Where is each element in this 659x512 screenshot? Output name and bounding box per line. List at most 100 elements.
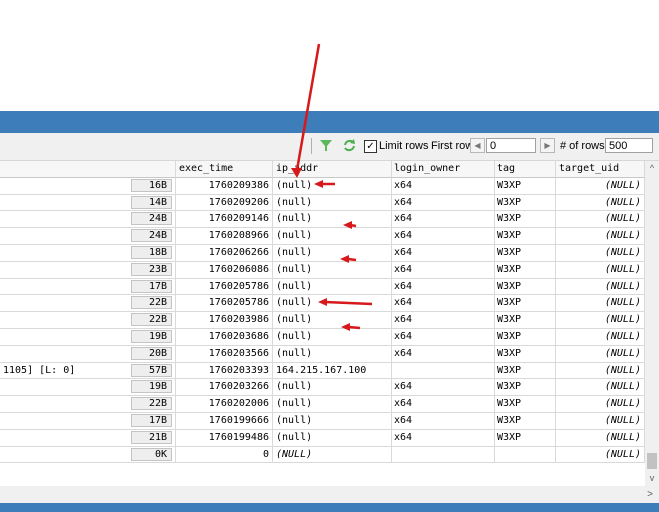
tag-cell[interactable]: W3XP <box>495 295 556 313</box>
ip-addr-cell[interactable]: (null) <box>273 429 392 447</box>
login-owner-cell[interactable]: x64 <box>392 194 495 212</box>
target-uid-cell[interactable]: (NULL) <box>556 396 645 413</box>
target-uid-cell[interactable]: (NULL) <box>556 328 645 346</box>
tag-cell[interactable]: W3XP <box>495 379 556 397</box>
login-owner-cell[interactable]: x64 <box>392 295 495 313</box>
exec-time-cell[interactable]: 1760205786 <box>176 278 273 296</box>
row-prefix-cell[interactable]: 21B <box>0 429 176 447</box>
login-owner-cell[interactable]: x64 <box>392 228 495 245</box>
tag-cell[interactable]: W3XP <box>495 244 556 262</box>
exec-time-cell[interactable]: 1760203566 <box>176 345 273 363</box>
target-uid-cell[interactable]: (NULL) <box>556 211 645 229</box>
tag-cell[interactable]: W3XP <box>495 211 556 229</box>
tag-cell[interactable]: W3XP <box>495 328 556 346</box>
row-prefix-cell[interactable]: 24B <box>0 228 176 245</box>
ip-addr-cell[interactable]: (null) <box>273 177 392 195</box>
target-uid-cell[interactable]: (NULL) <box>556 312 645 329</box>
target-uid-cell[interactable]: (NULL) <box>556 278 645 296</box>
ip-addr-cell[interactable]: (null) <box>273 278 392 296</box>
limit-rows-checkbox[interactable]: ✓ <box>364 140 377 153</box>
login-owner-cell[interactable]: x64 <box>392 328 495 346</box>
exec-time-cell[interactable]: 1760209386 <box>176 177 273 195</box>
row-prefix-cell[interactable]: 24B <box>0 211 176 229</box>
table-row[interactable]: 22B 1760203986 (null) x64 W3XP (NULL) <box>0 312 645 329</box>
table-row[interactable]: 23B 1760206086 (null) x64 W3XP (NULL) <box>0 261 645 279</box>
scroll-thumb[interactable] <box>647 453 657 469</box>
column-header-exec-time[interactable]: exec_time <box>176 161 273 178</box>
login-owner-cell[interactable]: x64 <box>392 345 495 363</box>
exec-time-cell[interactable]: 1760203266 <box>176 379 273 397</box>
login-owner-cell[interactable]: x64 <box>392 177 495 195</box>
exec-time-cell[interactable]: 1760209146 <box>176 211 273 229</box>
scroll-up-icon[interactable]: ^ <box>645 161 659 175</box>
ip-addr-cell[interactable]: (null) <box>273 396 392 413</box>
table-row[interactable]: 17B 1760205786 (null) x64 W3XP (NULL) <box>0 278 645 296</box>
target-uid-cell[interactable]: (NULL) <box>556 345 645 363</box>
ip-addr-cell[interactable]: (null) <box>273 328 392 346</box>
ip-addr-cell[interactable]: (null) <box>273 345 392 363</box>
exec-time-cell[interactable]: 1760199486 <box>176 429 273 447</box>
column-header-target-uid[interactable]: target_uid <box>556 161 645 178</box>
tag-cell[interactable]: W3XP <box>495 228 556 245</box>
tag-cell[interactable]: W3XP <box>495 194 556 212</box>
row-prefix-cell[interactable]: 20B <box>0 345 176 363</box>
ip-addr-cell[interactable]: (null) <box>273 379 392 397</box>
row-prefix-cell[interactable]: 22B <box>0 396 176 413</box>
exec-time-cell[interactable]: 1760208966 <box>176 228 273 245</box>
target-uid-cell[interactable]: (NULL) <box>556 244 645 262</box>
table-row[interactable]: 19B 1760203266 (null) x64 W3XP (NULL) <box>0 379 645 397</box>
row-prefix-cell[interactable]: 19B <box>0 379 176 397</box>
scroll-down-icon[interactable]: v <box>645 471 659 485</box>
table-row[interactable]: 24B 1760208966 (null) x64 W3XP (NULL) <box>0 228 645 245</box>
target-uid-cell[interactable]: (NULL) <box>556 429 645 447</box>
target-uid-cell[interactable]: (NULL) <box>556 177 645 195</box>
ip-addr-cell[interactable]: (null) <box>273 412 392 430</box>
row-prefix-cell[interactable]: 0K <box>0 446 176 464</box>
filter-icon[interactable] <box>319 138 333 153</box>
login-owner-cell[interactable]: x64 <box>392 412 495 430</box>
login-owner-cell[interactable]: x64 <box>392 278 495 296</box>
row-prefix-cell[interactable]: 19B <box>0 328 176 346</box>
exec-time-cell[interactable]: 1760209206 <box>176 194 273 212</box>
tag-cell[interactable]: W3XP <box>495 412 556 430</box>
horizontal-scrollbar[interactable]: > <box>0 486 659 503</box>
prev-page-button[interactable]: ◀ <box>470 138 485 153</box>
ip-addr-cell[interactable]: (null) <box>273 295 392 313</box>
target-uid-cell[interactable]: (NULL) <box>556 295 645 313</box>
ip-addr-cell[interactable]: (null) <box>273 244 392 262</box>
tag-cell[interactable]: W3XP <box>495 362 556 380</box>
column-header-login-owner[interactable]: login_owner <box>392 161 495 178</box>
exec-time-cell[interactable]: 1760203686 <box>176 328 273 346</box>
first-row-input[interactable]: 0 <box>486 138 536 153</box>
table-row[interactable]: 20B 1760203566 (null) x64 W3XP (NULL) <box>0 345 645 363</box>
scroll-right-icon[interactable]: > <box>643 486 657 503</box>
login-owner-cell[interactable]: x64 <box>392 261 495 279</box>
table-row[interactable]: 14B 1760209206 (null) x64 W3XP (NULL) <box>0 194 645 212</box>
login-owner-cell[interactable]: x64 <box>392 396 495 413</box>
row-prefix-cell[interactable]: 14B <box>0 194 176 212</box>
table-row[interactable]: 1105] [L: 0] 57B 1760203393 164.215.167.100… <box>0 362 645 380</box>
table-row[interactable]: 22B 1760202006 (null) x64 W3XP (NULL) <box>0 396 645 413</box>
login-owner-cell[interactable]: x64 <box>392 244 495 262</box>
row-prefix-cell[interactable]: 17B <box>0 278 176 296</box>
target-uid-cell[interactable]: (NULL) <box>556 362 645 380</box>
row-prefix-cell[interactable]: 16B <box>0 177 176 195</box>
table-row[interactable]: 24B 1760209146 (null) x64 W3XP (NULL) <box>0 211 645 229</box>
row-prefix-cell[interactable]: 22B <box>0 295 176 313</box>
ip-addr-cell[interactable]: (null) <box>273 228 392 245</box>
ip-addr-cell[interactable]: (null) <box>273 312 392 329</box>
login-owner-cell[interactable]: x64 <box>392 312 495 329</box>
target-uid-cell[interactable]: (NULL) <box>556 412 645 430</box>
tag-cell[interactable]: W3XP <box>495 396 556 413</box>
login-owner-cell[interactable]: x64 <box>392 379 495 397</box>
table-row[interactable]: 0K 0 (NULL) (NULL) <box>0 446 645 464</box>
exec-time-cell[interactable]: 1760203393 <box>176 362 273 380</box>
tag-cell[interactable]: W3XP <box>495 429 556 447</box>
tag-cell[interactable] <box>495 446 556 464</box>
target-uid-cell[interactable]: (NULL) <box>556 228 645 245</box>
ip-addr-cell[interactable]: (null) <box>273 211 392 229</box>
table-row[interactable]: 18B 1760206266 (null) x64 W3XP (NULL) <box>0 244 645 262</box>
refresh-icon[interactable] <box>342 138 357 153</box>
next-page-button[interactable]: ▶ <box>540 138 555 153</box>
table-row[interactable]: 22B 1760205786 (null) x64 W3XP (NULL) <box>0 295 645 313</box>
